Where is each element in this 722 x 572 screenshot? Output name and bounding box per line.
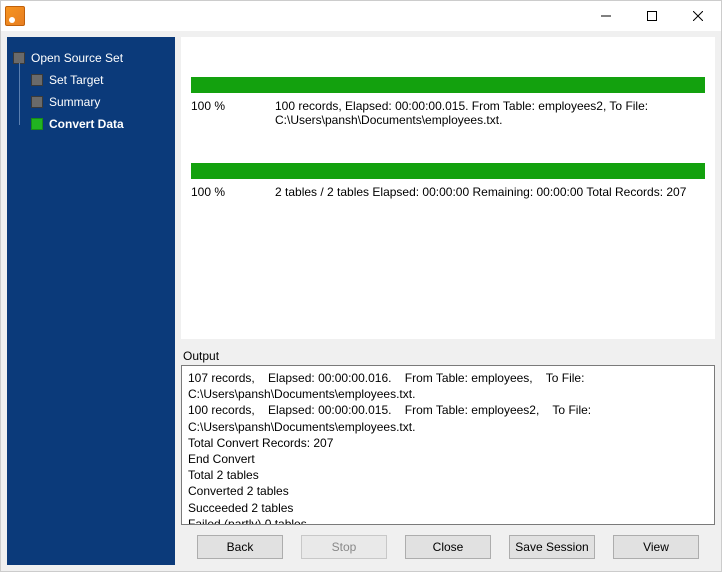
sidebar-item-label: Convert Data [49,117,124,131]
output-textarea[interactable]: 107 records, Elapsed: 00:00:00.016. From… [181,365,715,525]
view-button[interactable]: View [613,535,699,559]
button-row: Back Stop Close Save Session View [181,525,715,565]
sidebar-item-convert-data[interactable]: Convert Data [31,113,169,135]
sidebar-item-summary[interactable]: Summary [31,91,169,113]
progress-percent: 100 % [191,185,261,199]
tree-node-icon [31,96,43,108]
minimize-button[interactable] [583,1,629,31]
progress-block-2: 100 % 2 tables / 2 tables Elapsed: 00:00… [191,163,705,199]
progress-detail: 100 records, Elapsed: 00:00:00.015. From… [275,99,705,127]
wizard-sidebar: Open Source Set Set Target Summary Conve… [7,37,175,565]
app-window: Open Source Set Set Target Summary Conve… [0,0,722,572]
stop-button: Stop [301,535,387,559]
progress-bar [191,77,705,93]
sidebar-root[interactable]: Open Source Set [13,47,169,69]
progress-bar [191,163,705,179]
close-window-button[interactable] [675,1,721,31]
back-button[interactable]: Back [197,535,283,559]
maximize-button[interactable] [629,1,675,31]
sidebar-item-label: Set Target [49,73,103,87]
output-label: Output [183,349,715,363]
titlebar [1,1,721,31]
sidebar-item-label: Summary [49,95,100,109]
tree-connector [19,63,20,125]
progress-block-1: 100 % 100 records, Elapsed: 00:00:00.015… [191,77,705,127]
tree-node-icon [31,74,43,86]
sidebar-item-set-target[interactable]: Set Target [31,69,169,91]
sidebar-root-label: Open Source Set [31,51,123,65]
main-panel: 100 % 100 records, Elapsed: 00:00:00.015… [181,37,715,565]
save-session-button[interactable]: Save Session [509,535,595,559]
progress-area: 100 % 100 records, Elapsed: 00:00:00.015… [181,37,715,339]
progress-detail: 2 tables / 2 tables Elapsed: 00:00:00 Re… [275,185,705,199]
tree-node-icon [31,118,43,130]
progress-percent: 100 % [191,99,261,127]
app-icon [5,6,25,26]
close-button[interactable]: Close [405,535,491,559]
